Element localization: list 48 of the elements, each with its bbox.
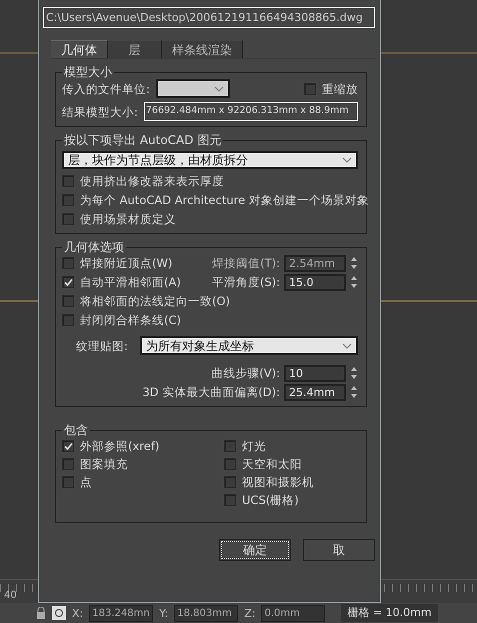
checkbox-label: 使用挤出修改器来表示厚度 [80, 174, 224, 188]
group-title: 包含 [63, 423, 89, 437]
checkbox-label: 灯光 [242, 439, 266, 453]
number-field[interactable]: 15.0 [284, 274, 346, 290]
tab[interactable]: 层 [108, 40, 162, 58]
checkbox-label: 为每个 AutoCAD Architecture 对象创建一个场景对象 [80, 193, 369, 207]
number-field[interactable]: 10 [284, 364, 346, 382]
spinner-label: 3D 实体最大曲面偏离(D): [142, 385, 280, 399]
tab[interactable]: 样条线渲染 [162, 40, 243, 58]
grid-size-text: 栅格 = 10.0mm [341, 604, 438, 622]
dropdown-value: 为所有对象生成坐标 [146, 338, 254, 352]
group-title: 按以下项导出 AutoCAD 图元 [63, 133, 222, 147]
coordinate-field[interactable]: 183.248mn [89, 604, 154, 622]
checkbox-label: 封闭闭合样条线(C) [80, 313, 182, 327]
dropdown-value: 层，块作为节点层级，由材质拆分 [68, 153, 248, 167]
coordinate-field[interactable]: 0.0mm [261, 604, 326, 622]
ruler-label: 40 [4, 590, 17, 601]
field-label: 纹理贴图: [76, 338, 128, 352]
spinner-label: 焊接阈值(T): [212, 256, 280, 270]
checkbox-label: 天空和太阳 [242, 457, 302, 471]
checkbox-label: 焊接附近顶点(W) [80, 256, 172, 270]
coordinate-label: X: [72, 606, 84, 620]
dialog-button[interactable]: 取 [303, 539, 375, 561]
spinner-label: 平滑角度(S): [212, 275, 280, 289]
tab[interactable]: 几何体 [51, 40, 108, 58]
dialog-button[interactable]: 确定 [219, 539, 291, 561]
group-title: 几何体选项 [63, 240, 125, 254]
spinner-label: 曲线步骤(V): [211, 366, 280, 380]
group-title: 模型大小 [63, 65, 113, 79]
checkbox-label: 视图和摄影机 [242, 475, 314, 489]
coordinate-label: Y: [159, 606, 168, 620]
result-size-field: 76692.484mm x 92206.313mm x 88.9mm [144, 102, 358, 121]
checkbox-label: 点 [80, 475, 92, 489]
number-field[interactable]: 25.4mm [284, 384, 346, 400]
checkbox-label: 图案填充 [80, 457, 128, 471]
checkbox-label: 外部参照(xref) [80, 439, 160, 453]
texture-mapping-dropdown[interactable]: 为所有对象生成坐标 [140, 336, 358, 355]
file-path-field: C:\Users\Avenue\Desktop\200612191166494308865.dwg [43, 7, 375, 28]
field-label: 结果模型大小: [62, 104, 138, 118]
checkbox-label: UCS(栅格) [242, 493, 299, 507]
checkbox-label: 重缩放 [322, 82, 358, 96]
field-label: 传入的文件单位: [62, 82, 150, 96]
checkbox-label: 使用场景材质定义 [80, 212, 176, 226]
checkbox-label: 自动平滑相邻面(A) [80, 275, 181, 289]
export-mode-dropdown[interactable]: 层，块作为节点层级，由材质拆分 [62, 151, 358, 169]
checkbox-label: 将相邻面的法线定向一致(O) [80, 294, 230, 308]
coordinate-field[interactable]: 18.803mm [174, 604, 238, 622]
coordinate-label: Z: [244, 606, 256, 620]
